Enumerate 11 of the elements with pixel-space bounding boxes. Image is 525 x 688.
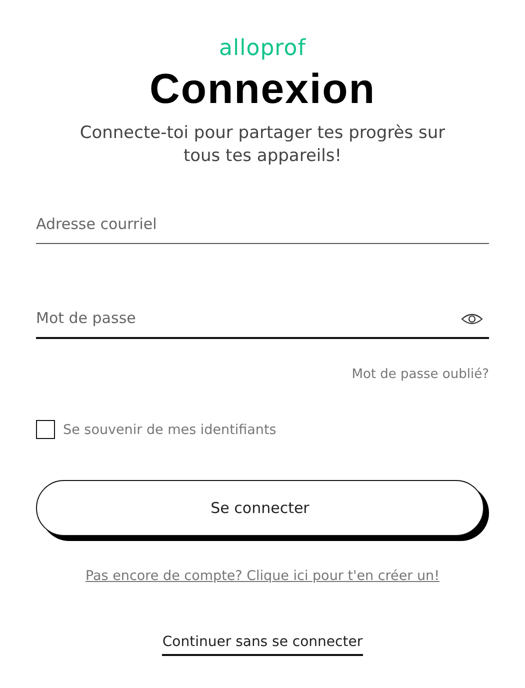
input-field[interactable]: Mot de passe (36, 299, 489, 339)
signup-link[interactable]: Pas encore de compte? Clique ici pour t'en créer un! (85, 568, 440, 584)
remember-label: Se souvenir de mes identifiants (63, 422, 276, 438)
subtitle: Connecte-toi pour partager tes progrès sur tous tes appareils! (78, 122, 446, 168)
eye-icon[interactable] (461, 312, 483, 326)
forgot-password-link[interactable]: Mot de passe oublié? (352, 367, 489, 382)
input-field[interactable]: Adresse courriel (36, 204, 489, 244)
page-title: Connexion (150, 66, 376, 112)
logo: alloprof (219, 36, 306, 62)
remember-checkbox[interactable] (36, 420, 55, 439)
continue-link[interactable]: Continuer sans se connecter (162, 634, 363, 656)
